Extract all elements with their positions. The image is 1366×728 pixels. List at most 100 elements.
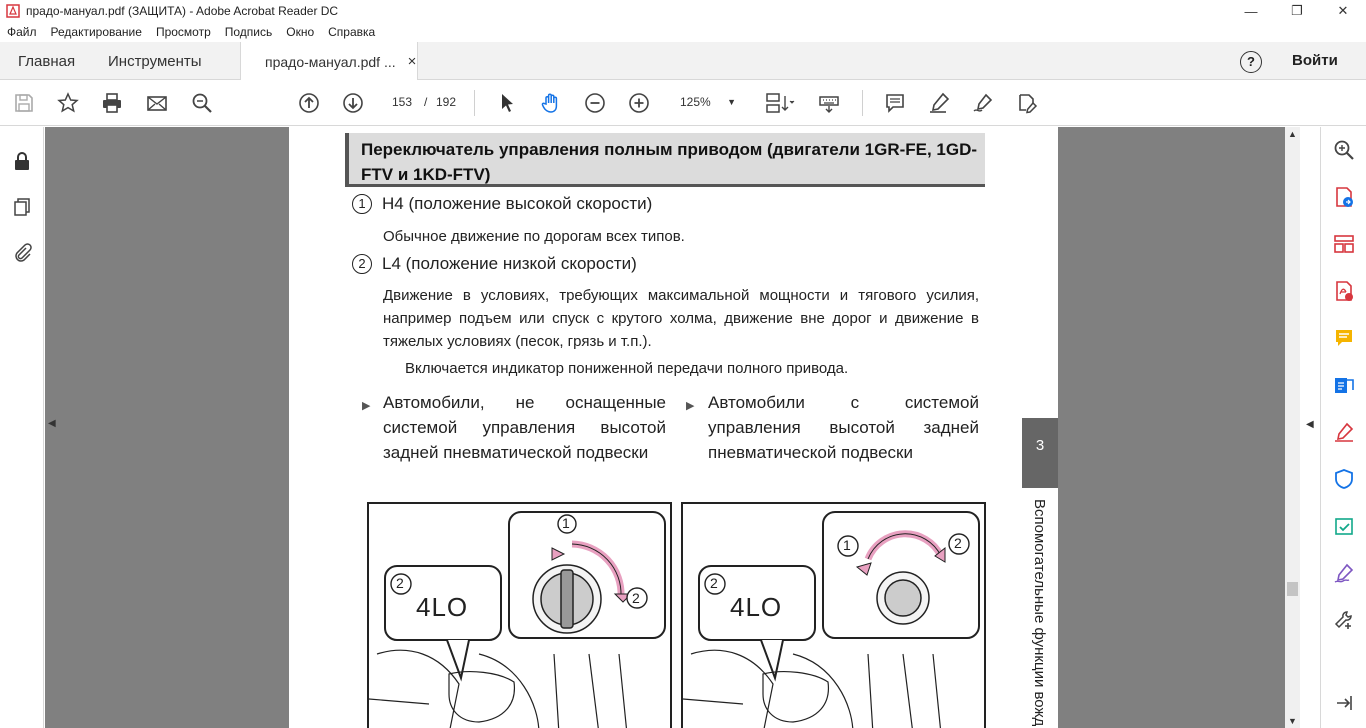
fill-and-sign-icon[interactable] <box>1331 560 1357 586</box>
variant-right-text: Автомобили с системой управления высотой… <box>708 393 979 462</box>
maximize-button[interactable]: ❐ <box>1274 0 1320 22</box>
scrollbar-thumb[interactable] <box>1287 582 1298 596</box>
more-tools-icon[interactable] <box>1331 607 1357 633</box>
menu-help[interactable]: Справка <box>321 25 382 39</box>
figure-right-illustration <box>683 511 980 728</box>
hand-tool-icon[interactable] <box>537 89 565 117</box>
figure-left-illustration <box>369 511 666 728</box>
fill-sign-icon[interactable] <box>1013 89 1041 117</box>
toolbar-divider <box>862 90 863 116</box>
right-tools-rail <box>1320 127 1366 728</box>
keyboard-shortcuts-icon[interactable] <box>815 89 843 117</box>
title-bar: прадо-мануал.pdf (ЗАЩИТА) - Adobe Acroba… <box>0 0 1366 22</box>
draw-sign-icon[interactable] <box>969 89 997 117</box>
right-panel-toggle[interactable]: ◀ <box>1300 127 1320 728</box>
callout-number: 2 <box>396 575 404 591</box>
convert-pdf-icon[interactable] <box>1331 372 1357 398</box>
edit-sign-icon[interactable] <box>1331 419 1357 445</box>
comment-icon[interactable] <box>881 89 909 117</box>
tab-document-label: прадо-мануал.pdf ... <box>265 53 396 70</box>
highlight-pen-icon[interactable] <box>925 89 953 117</box>
next-page-icon[interactable] <box>339 89 367 117</box>
item-2-title: 2 L4 (положение низкой скорости) <box>352 254 637 274</box>
acrobat-app-icon <box>6 4 20 18</box>
toolbar-divider <box>474 90 475 116</box>
page-separator: / <box>424 95 428 109</box>
zoom-out-icon[interactable] <box>581 89 609 117</box>
email-icon[interactable] <box>143 89 171 117</box>
section-heading: Переключатель управления полным приводом… <box>345 133 985 187</box>
left-navigation-rail <box>0 127 44 728</box>
menu-bar: Файл Редактирование Просмотр Подпись Окн… <box>0 22 1366 42</box>
section-side-label: Вспомогательные функции вожд <box>1031 499 1048 727</box>
menu-file[interactable]: Файл <box>0 25 44 39</box>
item-1-description: Обычное движение по дорогам всех типов. <box>383 228 685 245</box>
page-number-input[interactable]: 153 <box>386 91 418 113</box>
help-icon[interactable]: ? <box>1240 51 1262 73</box>
item-2-description: Движение в условиях, требующих максималь… <box>383 287 979 350</box>
page-thumbnails-icon[interactable] <box>10 195 34 219</box>
comment-tool-icon[interactable] <box>1331 325 1357 351</box>
variant-left-text: Автомобили, не оснащенные системой управ… <box>383 393 666 462</box>
item-2-note: Включается индикатор пониженной передачи… <box>405 360 849 377</box>
pdf-page: Переключатель управления полным приводом… <box>289 127 1058 728</box>
menu-window[interactable]: Окно <box>279 25 321 39</box>
save-icon[interactable] <box>10 89 38 117</box>
organize-pages-icon[interactable] <box>1331 231 1357 257</box>
page-display-icon[interactable] <box>762 89 798 117</box>
minimize-button[interactable]: — <box>1228 0 1274 22</box>
tab-close-button[interactable]: × <box>408 53 417 70</box>
toolbar: 153 / 192 125% ▼ <box>0 80 1366 126</box>
document-viewport[interactable]: ◀ Переключатель управления полным привод… <box>45 127 1285 728</box>
bullet-triangle-icon: ▶ <box>686 400 695 412</box>
callout-number: 2 <box>954 535 962 551</box>
menu-view[interactable]: Просмотр <box>149 25 218 39</box>
send-for-review-icon[interactable] <box>1331 513 1357 539</box>
bullet-triangle-icon: ▶ <box>362 400 371 412</box>
item-2-title-text: L4 (положение низкой скорости) <box>382 254 637 273</box>
create-pdf-icon[interactable] <box>1331 184 1357 210</box>
previous-page-icon[interactable] <box>295 89 323 117</box>
export-pdf-icon[interactable] <box>1331 278 1357 304</box>
tab-bar: Главная Инструменты прадо-мануал.pdf ...… <box>0 42 1366 81</box>
display-4lo-label: 4LO <box>730 592 783 622</box>
close-window-button[interactable]: ✕ <box>1320 0 1366 22</box>
menu-edit[interactable]: Редактирование <box>44 25 149 39</box>
window-title: прадо-мануал.pdf (ЗАЩИТА) - Adobe Acroba… <box>26 4 339 18</box>
select-cursor-icon[interactable] <box>493 89 521 117</box>
print-icon[interactable] <box>98 89 126 117</box>
item-1-number: 1 <box>352 194 372 214</box>
page-total: 192 <box>436 95 457 109</box>
collapse-left-panel-icon[interactable]: ◀ <box>48 418 56 429</box>
callout-number: 1 <box>843 537 851 553</box>
tab-home[interactable]: Главная <box>18 42 75 80</box>
vertical-scrollbar[interactable]: ▲ ▼ <box>1285 127 1300 728</box>
search-zoom-icon[interactable] <box>188 89 216 117</box>
menu-sign[interactable]: Подпись <box>218 25 280 39</box>
lock-icon[interactable] <box>10 149 34 173</box>
tab-tools[interactable]: Инструменты <box>108 42 202 80</box>
callout-number: 2 <box>632 590 640 606</box>
bookmark-star-icon[interactable] <box>54 89 82 117</box>
item-1-title-text: H4 (положение высокой скорости) <box>382 194 653 213</box>
scroll-up-icon[interactable]: ▲ <box>1288 129 1297 139</box>
search-zoom-tool-icon[interactable] <box>1331 137 1357 163</box>
figure-right-4wd-switch: 2 4LO 1 2 <box>681 502 986 728</box>
zoom-in-icon[interactable] <box>625 89 653 117</box>
zoom-level-select[interactable]: 125% ▼ <box>672 91 742 113</box>
chevron-down-icon: ▼ <box>727 97 736 107</box>
item-1-title: 1 H4 (положение высокой скорости) <box>352 194 652 214</box>
scroll-down-icon[interactable]: ▼ <box>1288 716 1297 726</box>
expand-right-panel-icon[interactable]: ◀ <box>1306 419 1314 430</box>
callout-number: 1 <box>562 515 570 531</box>
callout-number: 2 <box>710 575 718 591</box>
protect-shield-icon[interactable] <box>1331 466 1357 492</box>
signin-button[interactable]: Войти <box>1292 52 1338 69</box>
attachments-paperclip-icon[interactable] <box>10 240 34 264</box>
zoom-level-value: 125% <box>680 95 711 109</box>
chapter-tab: 3 <box>1022 418 1058 488</box>
tab-document[interactable]: прадо-мануал.pdf ... × <box>240 42 418 81</box>
collapse-tools-panel-icon[interactable] <box>1331 690 1357 716</box>
display-4lo-label: 4LO <box>416 592 469 622</box>
item-2-number: 2 <box>352 254 372 274</box>
